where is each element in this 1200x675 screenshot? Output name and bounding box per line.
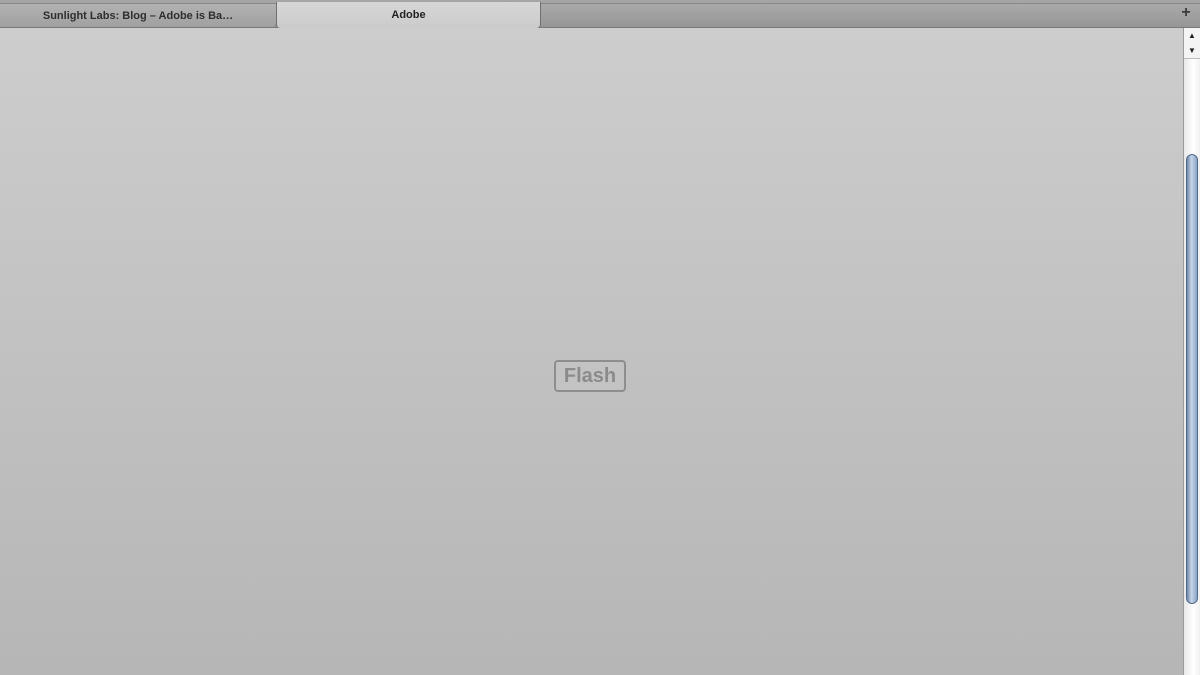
- vertical-scrollbar[interactable]: ▲ ▼: [1183, 28, 1200, 675]
- scroll-up-arrow-icon[interactable]: ▲: [1184, 28, 1200, 44]
- page-content: Flash: [0, 28, 1183, 675]
- tab-bar: Sunlight Labs: Blog – Adobe is Ba… Adobe…: [0, 0, 1200, 28]
- tab-bar-empty-area[interactable]: [541, 3, 1200, 27]
- tab-label: Adobe: [391, 9, 426, 21]
- scrollbar-thumb[interactable]: [1186, 154, 1198, 604]
- tab-sunlight-labs-blog[interactable]: Sunlight Labs: Blog – Adobe is Ba…: [0, 3, 277, 27]
- new-tab-button[interactable]: +: [1178, 5, 1194, 21]
- plus-icon: +: [1181, 4, 1191, 21]
- flash-label: Flash: [563, 364, 617, 387]
- scroll-down-arrow-icon[interactable]: ▼: [1184, 43, 1200, 59]
- tab-label: Sunlight Labs: Blog – Adobe is Ba…: [42, 9, 234, 22]
- tab-adobe[interactable]: Adobe: [276, 2, 541, 28]
- flash-placeholder-button[interactable]: Flash: [554, 360, 626, 392]
